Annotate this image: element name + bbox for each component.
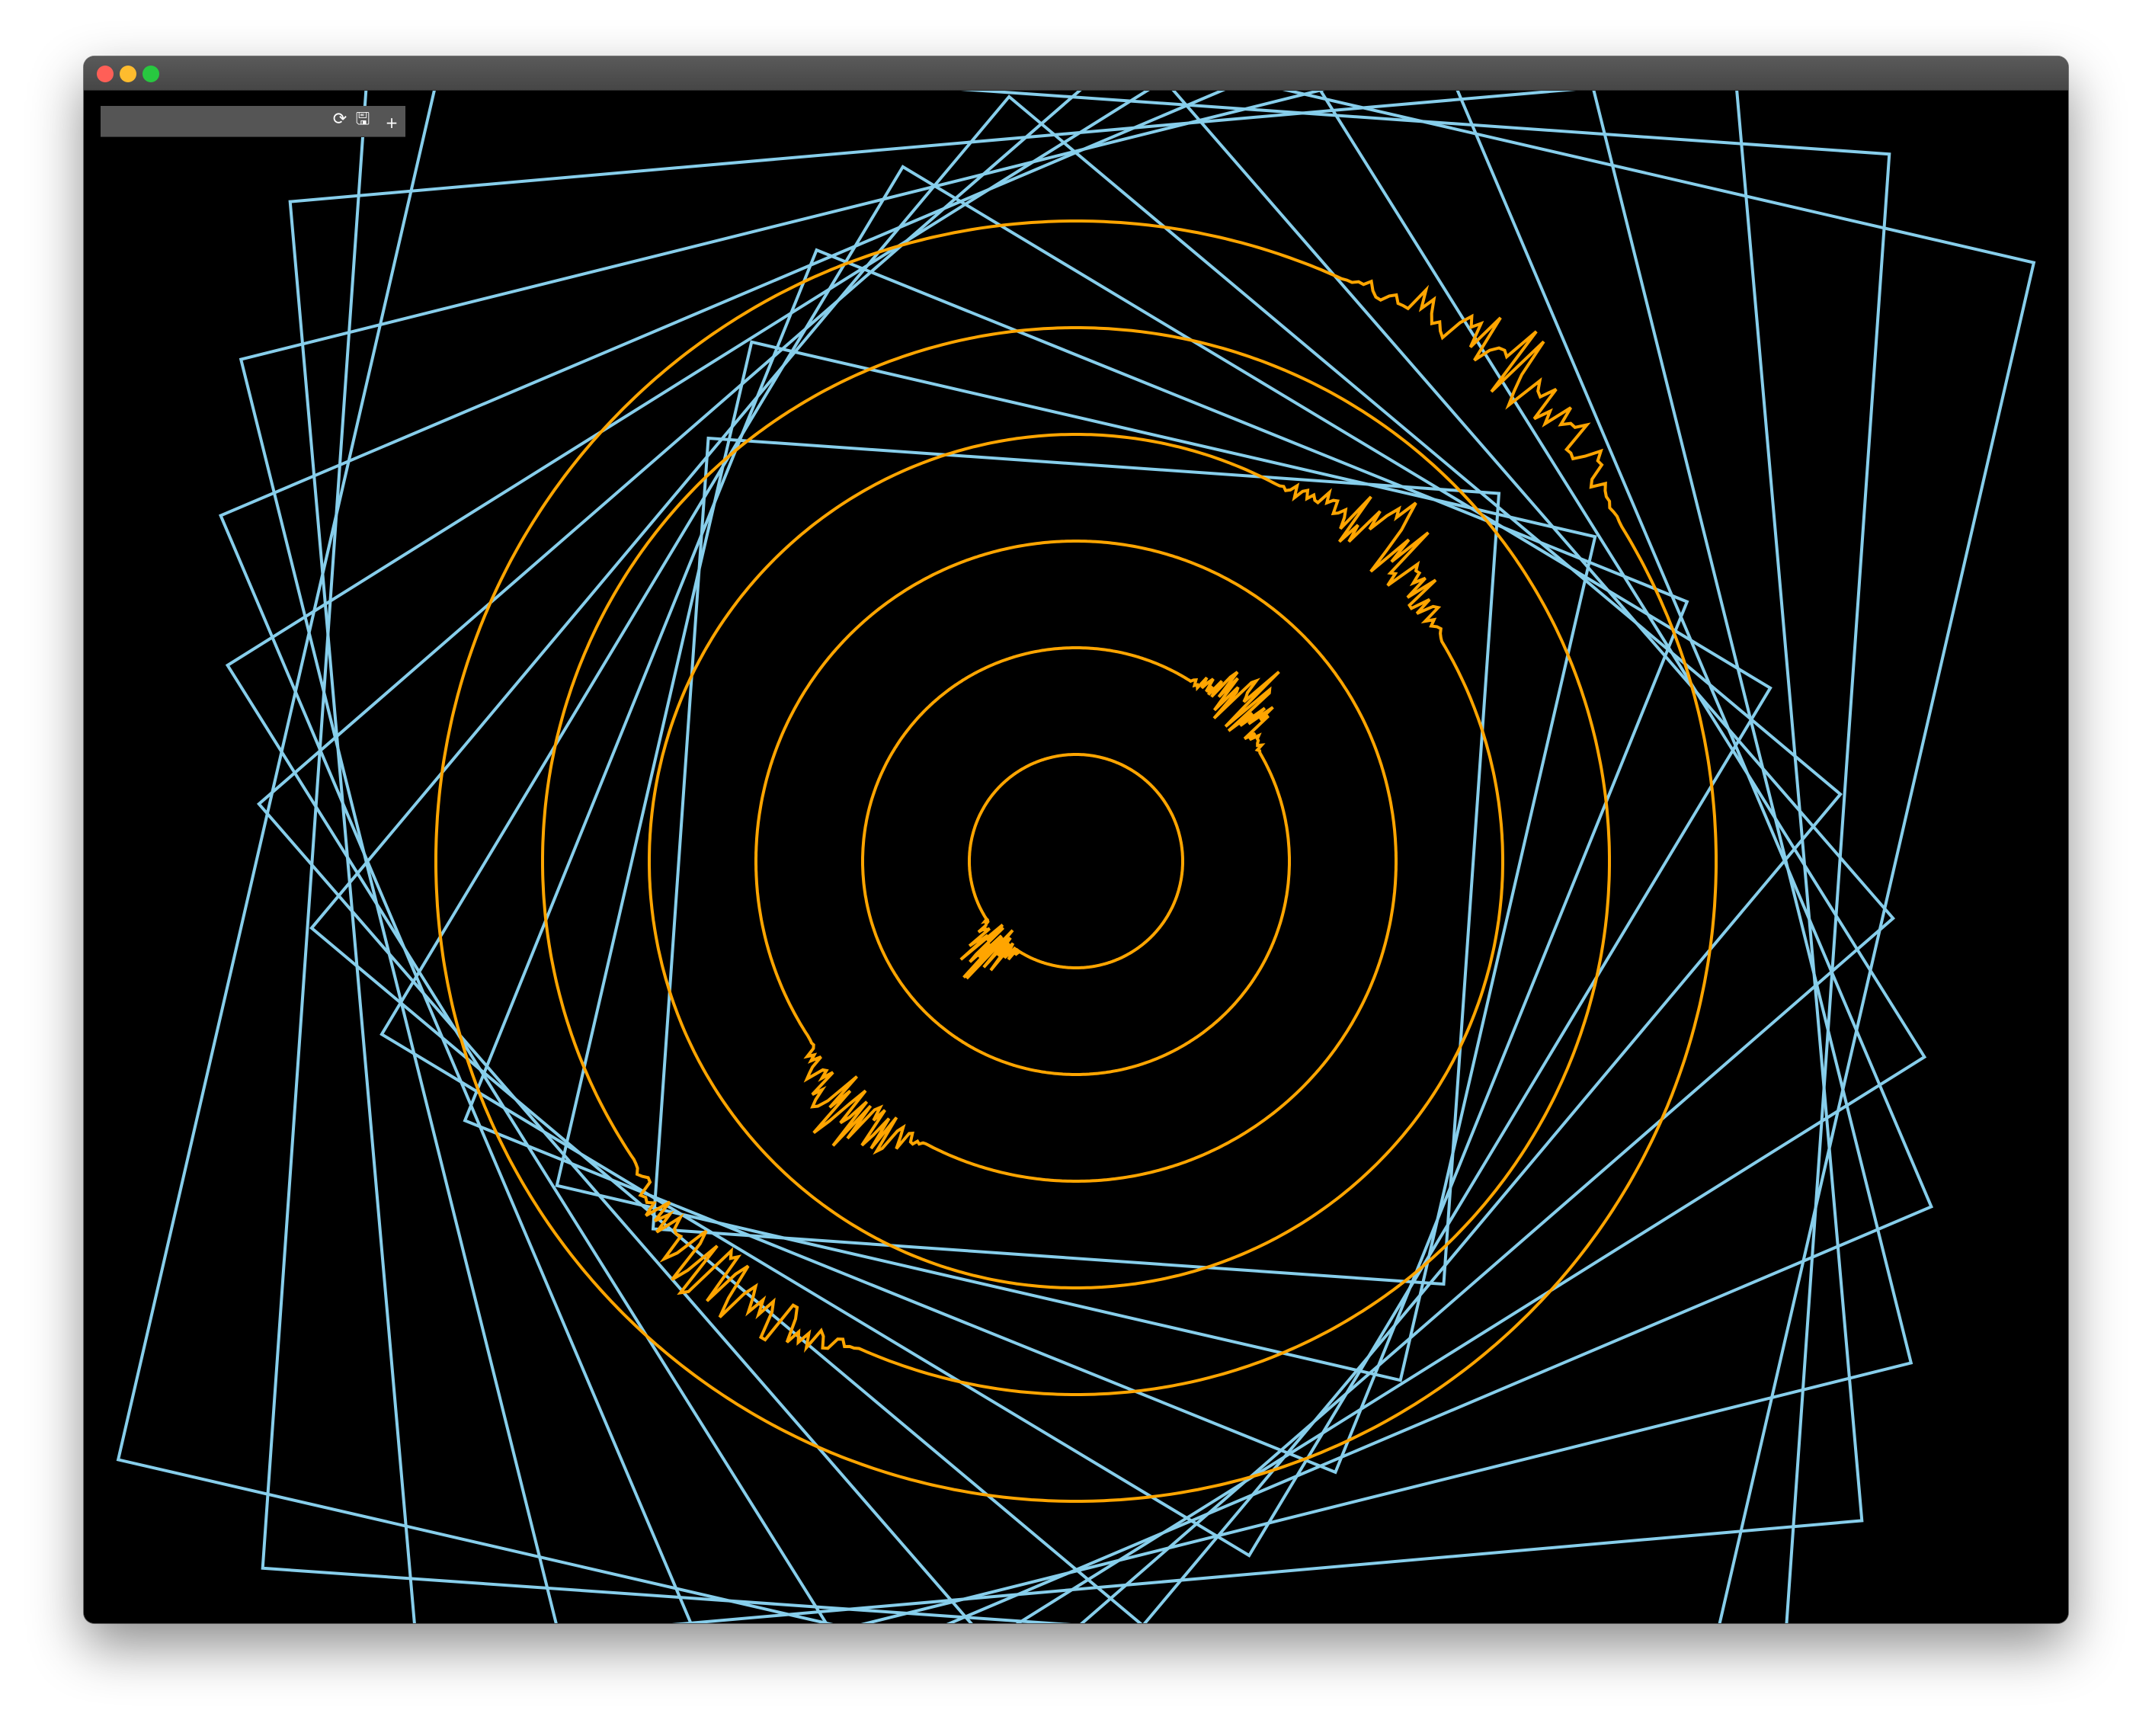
drawing-canvas[interactable] [84, 91, 2068, 1623]
close-window-button[interactable] [97, 66, 114, 82]
maximize-window-button[interactable] [143, 66, 159, 82]
save-icon[interactable]: 🖫 [352, 109, 373, 130]
rotated-square [555, 340, 1597, 1382]
orange-ring [959, 753, 1184, 980]
orange-ring [754, 540, 1398, 1183]
visualization-svg [84, 91, 2068, 1623]
rotated-square [651, 436, 1501, 1286]
minimize-window-button[interactable] [120, 66, 136, 82]
plus-icon[interactable]: + [381, 112, 402, 133]
refresh-icon[interactable]: ⟳ [329, 109, 351, 130]
toolbar: ⟳ 🖫 + [101, 106, 405, 137]
app-window: ⟳ 🖫 + [84, 56, 2068, 1623]
orange-ring [541, 326, 1611, 1396]
title-bar [84, 56, 2068, 91]
orange-ring [861, 646, 1291, 1076]
toolbar-text-field[interactable] [101, 106, 322, 136]
orange-ring [434, 219, 1718, 1503]
rotated-square [379, 165, 1773, 1558]
orange-ring [648, 433, 1504, 1289]
